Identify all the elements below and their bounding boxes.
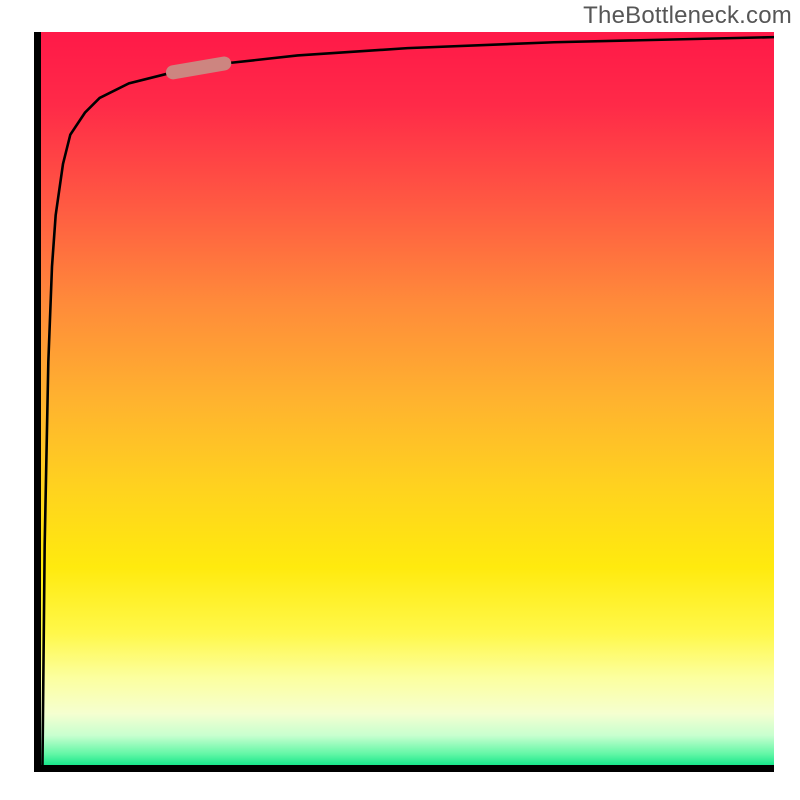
plot-frame: [34, 32, 774, 772]
chart-stage: TheBottleneck.com: [0, 0, 800, 800]
curve-layer: [41, 32, 774, 765]
highlight-segment: [173, 64, 224, 73]
curve-path: [42, 37, 774, 765]
attribution-text: TheBottleneck.com: [583, 2, 792, 30]
